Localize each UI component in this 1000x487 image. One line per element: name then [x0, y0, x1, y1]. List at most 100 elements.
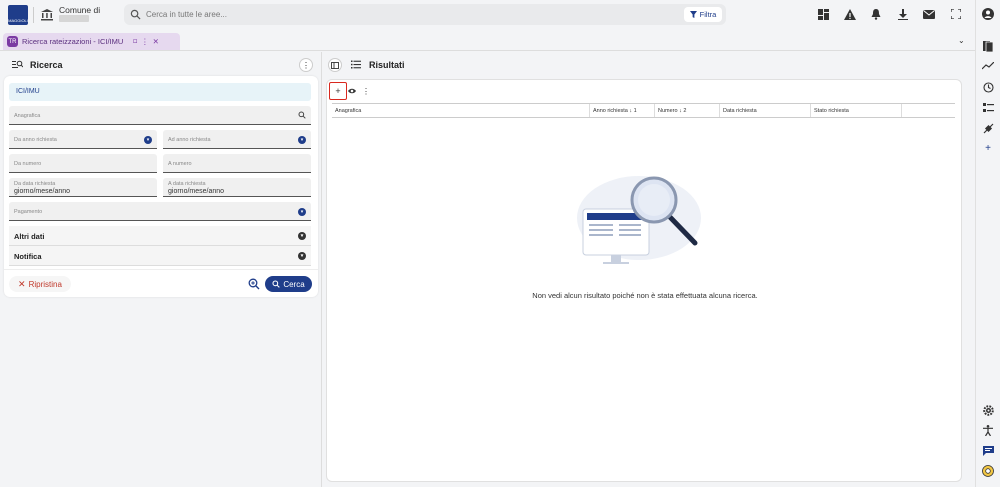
filter-icon [689, 11, 697, 18]
sort-indicator: ↓ 2 [679, 108, 687, 114]
da-numero-field[interactable]: Da numero [9, 154, 157, 173]
warning-icon[interactable] [842, 6, 858, 22]
anagrafica-field[interactable]: Anagrafica [9, 106, 311, 125]
search-list-icon [12, 60, 23, 68]
eye-icon[interactable] [348, 88, 356, 94]
more-options-icon[interactable]: ⋮ [362, 87, 370, 96]
tab-label: Ricerca rateizzazioni - ICI/IMU [22, 37, 124, 46]
ad-anno-select[interactable]: Ad anno richiesta ▾ [163, 130, 311, 149]
plugin-icon[interactable] [981, 121, 995, 135]
a-data-label: A data richiesta [168, 181, 206, 187]
search-panel-title: Ricerca [30, 60, 63, 70]
bank-icon [41, 9, 53, 21]
toggle-panel-button[interactable] [328, 58, 342, 72]
search-form-footer: ✕ Ripristina Cerca [4, 269, 318, 297]
plus-icon: + [335, 86, 341, 96]
results-header: Risultati [328, 57, 968, 73]
filter-label: Filtra [699, 10, 717, 19]
help-icon[interactable] [981, 464, 995, 478]
a-data-value: giorno/mese/anno [168, 188, 225, 195]
a-numero-field[interactable]: A numero [163, 154, 311, 173]
notifica-label: Notifica [14, 252, 42, 261]
chevron-down-icon: ▾ [298, 136, 306, 144]
advanced-search-icon[interactable] [248, 278, 260, 290]
col-label: Anno richiesta [593, 108, 628, 114]
col-actions [902, 104, 955, 117]
search-form: ICI/IMU Anagrafica Da anno richiesta ▾ A… [4, 76, 318, 297]
checklist-icon[interactable] [981, 101, 995, 115]
a-numero-label: A numero [168, 161, 192, 167]
more-icon[interactable]: ⋮ [141, 37, 149, 46]
tab-bar: TR Ricerca rateizzazioni - ICI/IMU ⌑ ⋮ ✕ [0, 31, 975, 51]
da-numero-label: Da numero [14, 161, 42, 167]
accessibility-icon[interactable] [981, 423, 995, 437]
logo-text: MAGGIOLI [8, 18, 28, 23]
fullscreen-icon[interactable] [948, 6, 964, 22]
da-data-label: Da data richiesta [14, 181, 56, 187]
bell-icon[interactable] [868, 6, 884, 22]
col-label: Anagrafica [335, 108, 362, 114]
book-icon[interactable] [981, 39, 995, 53]
col-numero[interactable]: Numero ↓ 2 [655, 104, 720, 117]
trend-icon[interactable] [981, 59, 995, 73]
empty-results-message: Non vedi alcun risultato poiché non è st… [532, 291, 758, 300]
add-button[interactable]: + [329, 82, 347, 100]
ad-anno-label: Ad anno richiesta [168, 137, 211, 143]
dashboard-icon[interactable] [815, 6, 831, 22]
results-table-header: Anagrafica Anno richiesta ↓ 1 Numero ↓ 2… [332, 103, 955, 118]
chat-icon[interactable] [981, 444, 995, 458]
search-button-label: Cerca [283, 279, 305, 289]
tab-badge: TR [7, 36, 18, 47]
app-logo[interactable]: MAGGIOLI [8, 5, 28, 25]
top-bar: MAGGIOLI Comune di Cerca in tutte le are… [0, 0, 1000, 30]
settings-icon[interactable] [981, 403, 995, 417]
da-anno-select[interactable]: Da anno richiesta ▾ [9, 130, 157, 149]
pin-icon[interactable]: ⌑ [133, 37, 137, 46]
global-search[interactable]: Cerca in tutte le aree... Filtra [124, 4, 726, 25]
tab-ricerca-rateizzazioni[interactable]: TR Ricerca rateizzazioni - ICI/IMU ⌑ ⋮ ✕ [3, 33, 180, 50]
col-label: Data richiesta [723, 108, 757, 114]
add-icon[interactable]: + [981, 141, 995, 155]
chevron-down-icon: ▾ [144, 136, 152, 144]
search-icon[interactable] [298, 111, 306, 119]
pagamento-select[interactable]: Pagamento ▾ [9, 202, 311, 221]
comune-name-redacted [59, 15, 89, 22]
search-button[interactable]: Cerca [265, 276, 312, 292]
account-icon[interactable] [981, 7, 995, 21]
chevron-down-icon[interactable]: ⌄ [958, 36, 965, 45]
mail-icon[interactable] [921, 6, 937, 22]
chevron-down-icon: ▾ [298, 232, 306, 240]
notifica-section[interactable]: Notifica ▾ [9, 246, 311, 266]
col-label: Stato richiesta [814, 108, 849, 114]
close-icon[interactable]: ✕ [153, 37, 159, 46]
filter-button[interactable]: Filtra [684, 7, 722, 22]
right-rail: + [975, 0, 1000, 487]
history-icon[interactable] [981, 80, 995, 94]
chevron-down-icon: ▾ [298, 208, 306, 216]
search-panel-menu-button[interactable]: ⋮ [299, 58, 313, 72]
download-icon[interactable] [895, 6, 911, 22]
comune-label: Comune di [59, 5, 101, 15]
list-icon [351, 60, 361, 69]
sort-indicator: ↓ 1 [629, 108, 637, 114]
col-stato-richiesta[interactable]: Stato richiesta [811, 104, 902, 117]
altri-dati-section[interactable]: Altri dati ▾ [9, 226, 311, 246]
search-placeholder: Cerca in tutte le aree... [146, 10, 227, 19]
results-title: Risultati [369, 60, 405, 70]
results-panel: + ⋮ Anagrafica Anno richiesta ↓ 1 Numero… [326, 79, 962, 482]
search-icon [130, 9, 141, 20]
reset-label: Ripristina [28, 279, 62, 289]
pagamento-label: Pagamento [14, 209, 43, 215]
search-icon [272, 280, 281, 288]
col-data-richiesta[interactable]: Data richiesta [720, 104, 811, 117]
col-anagrafica[interactable]: Anagrafica [332, 104, 590, 117]
col-anno-richiesta[interactable]: Anno richiesta ↓ 1 [590, 104, 655, 117]
panel-divider[interactable] [321, 52, 322, 487]
reset-button[interactable]: ✕ Ripristina [9, 276, 71, 292]
empty-search-illustration [577, 176, 701, 264]
da-data-field[interactable]: Da data richiesta giorno/mese/anno [9, 178, 157, 197]
search-panel-header: Ricerca ⋮ [8, 57, 313, 73]
tax-type-chip: ICI/IMU [9, 83, 311, 101]
a-data-field[interactable]: A data richiesta giorno/mese/anno [163, 178, 311, 197]
chevron-down-icon: ▾ [298, 252, 306, 260]
